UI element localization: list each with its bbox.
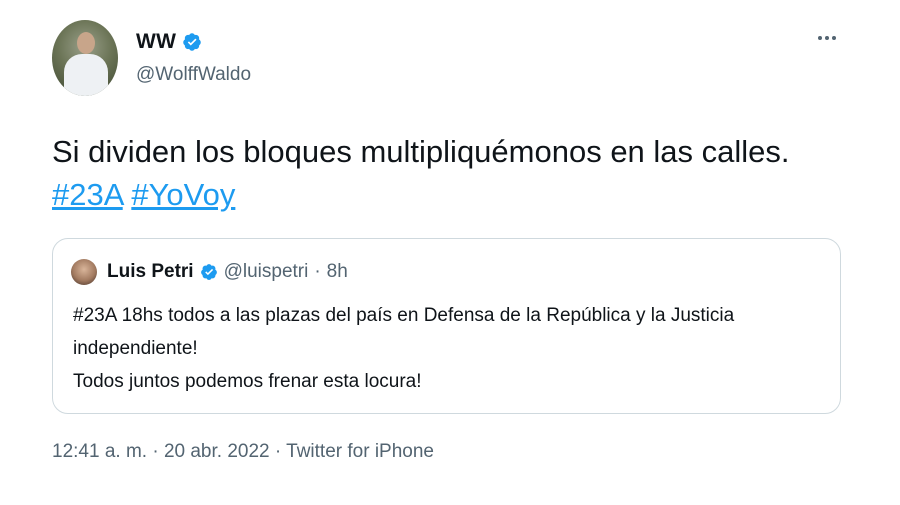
- avatar-body-shape: [64, 54, 108, 96]
- quoted-tweet-text: #23A 18hs todos a las plazas del país en…: [73, 299, 734, 398]
- more-dot: [825, 36, 829, 40]
- verified-badge-icon: [200, 264, 217, 280]
- quoted-tweet[interactable]: Luis Petri @luispetri · 8h #23A 18hs tod…: [52, 238, 841, 414]
- more-options-icon[interactable]: [818, 36, 836, 40]
- tweet-hashtag-line: #23A #YoVoy: [52, 173, 790, 216]
- more-dot: [818, 36, 822, 40]
- tweet-time[interactable]: 12:41 a. m.: [52, 441, 147, 462]
- quoted-author-handle: @luispetri: [223, 261, 309, 282]
- tweet-card: WW @WolffWaldo Si dividen los bloques mu…: [0, 0, 900, 505]
- author-name-row: WW: [136, 30, 202, 54]
- quoted-text-line: #23A 18hs todos a las plazas del país en…: [73, 305, 735, 326]
- quoted-author-avatar: [71, 259, 97, 285]
- author-handle[interactable]: @WolffWaldo: [136, 64, 251, 86]
- quoted-text-line: independiente!: [73, 338, 198, 359]
- quoted-text-line: Todos juntos podemos frenar esta locura!: [73, 371, 422, 392]
- quoted-tweet-header: Luis Petri @luispetri · 8h: [71, 259, 348, 285]
- quoted-author-name: Luis Petri: [107, 261, 194, 282]
- author-display-name[interactable]: WW: [136, 30, 176, 54]
- more-dot: [832, 36, 836, 40]
- tweet-source[interactable]: Twitter for iPhone: [286, 441, 434, 462]
- meta-separator: ·: [314, 261, 321, 282]
- quoted-timestamp: 8h: [326, 261, 348, 282]
- tweet-date[interactable]: 20 abr. 2022: [164, 441, 270, 462]
- avatar-head-shape: [77, 32, 95, 54]
- verified-badge-icon: [183, 33, 201, 51]
- tweet-text-line: Si dividen los bloques multipliquémonos …: [52, 134, 790, 169]
- hashtag-link[interactable]: #YoVoy: [131, 177, 235, 212]
- footer-separator: ·: [152, 441, 159, 462]
- author-avatar[interactable]: [52, 20, 118, 96]
- tweet-footer: 12:41 a. m. · 20 abr. 2022 · Twitter for…: [52, 441, 434, 463]
- hashtag-link[interactable]: #23A: [52, 177, 123, 212]
- tweet-text: Si dividen los bloques multipliquémonos …: [52, 130, 790, 216]
- footer-separator: ·: [274, 441, 282, 462]
